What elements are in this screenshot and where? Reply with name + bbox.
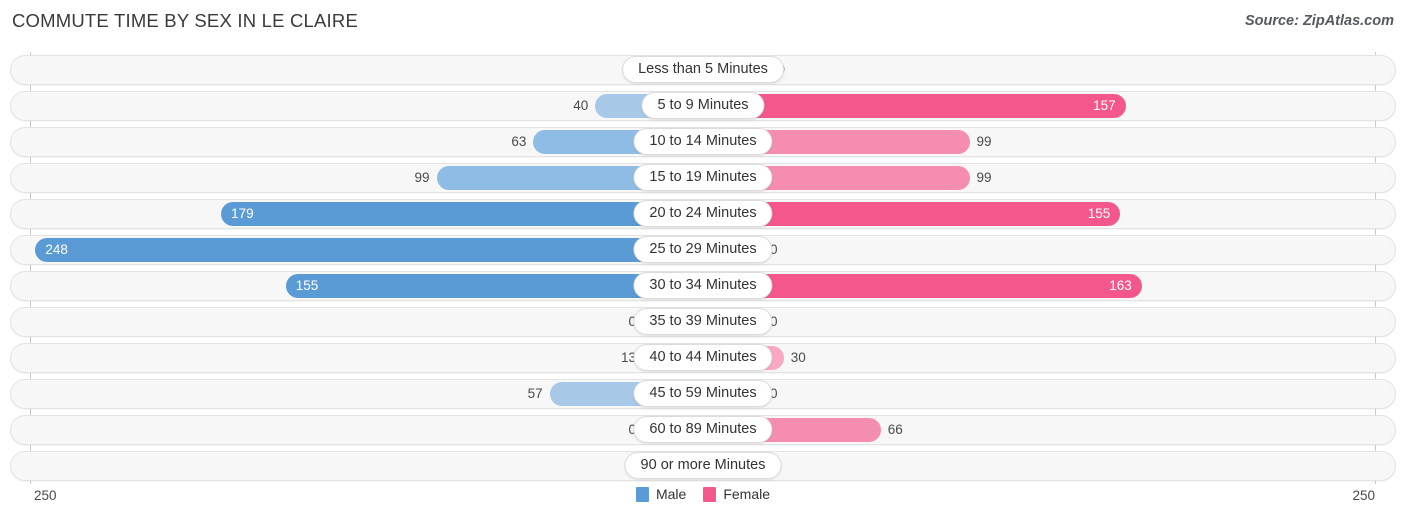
chart-row: 0 66 60 to 89 Minutes <box>0 412 1406 448</box>
legend-item-male[interactable]: Male <box>635 486 687 502</box>
male-color-swatch <box>635 486 649 502</box>
female-half: 163 <box>703 274 1376 298</box>
female-half: 19 <box>703 58 1376 82</box>
category-label: 35 to 39 Minutes <box>633 308 773 335</box>
chart-row: 019Less than 5 Minutes <box>0 52 1406 88</box>
chart-row: 13 30 40 to 44 Minutes <box>0 340 1406 376</box>
category-label: 40 to 44 Minutes <box>633 344 773 371</box>
male-half: 179 <box>30 202 703 226</box>
female-half: 0 <box>703 454 1376 478</box>
male-half: 57 <box>30 382 703 406</box>
female-half: 157 <box>703 94 1376 118</box>
chart-legend: Male Female <box>635 486 770 502</box>
female-half: 99 <box>703 130 1376 154</box>
category-label: 90 or more Minutes <box>624 452 782 479</box>
male-half: 63 <box>30 130 703 154</box>
category-label: 30 to 34 Minutes <box>633 272 773 299</box>
male-half: 0 <box>30 58 703 82</box>
axis-tick-right: 250 <box>1352 488 1375 503</box>
male-value-label: 248 <box>45 242 68 257</box>
male-half: 248 <box>30 238 703 262</box>
chart-footer: 250 250 Male Female <box>0 484 1406 523</box>
chart-row: 179 155 20 to 24 Minutes <box>0 196 1406 232</box>
male-half: 155 <box>30 274 703 298</box>
female-half: 155 <box>703 202 1376 226</box>
category-label: 10 to 14 Minutes <box>633 128 773 155</box>
chart-row: 63 99 10 to 14 Minutes <box>0 124 1406 160</box>
chart-row: 57 0 45 to 59 Minutes <box>0 376 1406 412</box>
chart-row: 155 163 30 to 34 Minutes <box>0 268 1406 304</box>
legend-label-male: Male <box>655 486 687 502</box>
male-half: 0 <box>30 310 703 334</box>
female-value-label: 99 <box>976 134 992 149</box>
female-value-label: 99 <box>976 170 992 185</box>
legend-label-female: Female <box>723 486 771 502</box>
male-value-label: 40 <box>573 98 589 113</box>
category-label: Less than 5 Minutes <box>622 56 784 83</box>
chart-rows: 019Less than 5 Minutes401575 to 9 Minute… <box>0 52 1406 484</box>
chart-row: 40 157 5 to 9 Minutes <box>0 88 1406 124</box>
chart-page: COMMUTE TIME BY SEX IN LE CLAIRE Source:… <box>0 0 1406 523</box>
category-label: 15 to 19 Minutes <box>633 164 773 191</box>
legend-item-female[interactable]: Female <box>703 486 770 502</box>
male-half: 13 <box>30 346 703 370</box>
female-half: 0 <box>703 382 1376 406</box>
chart-row: 0090 or more Minutes <box>0 448 1406 484</box>
female-half: 66 <box>703 418 1376 442</box>
male-value-label: 179 <box>231 206 254 221</box>
female-color-swatch <box>703 486 717 502</box>
female-bar[interactable] <box>703 94 1126 118</box>
male-half: 0 <box>30 454 703 478</box>
female-value-label: 155 <box>1087 206 1111 221</box>
male-half: 0 <box>30 418 703 442</box>
female-value-label: 30 <box>790 350 806 365</box>
female-half: 0 <box>703 310 1376 334</box>
male-half: 40 <box>30 94 703 118</box>
axis-tick-left: 250 <box>34 488 57 503</box>
category-label: 5 to 9 Minutes <box>641 92 765 119</box>
diverging-bar-chart: 019Less than 5 Minutes401575 to 9 Minute… <box>0 52 1406 484</box>
page-title: COMMUTE TIME BY SEX IN LE CLAIRE <box>12 10 358 31</box>
category-label: 45 to 59 Minutes <box>633 380 773 407</box>
male-bar[interactable] <box>35 238 703 262</box>
category-label: 20 to 24 Minutes <box>633 200 773 227</box>
male-value-label: 57 <box>527 386 543 401</box>
female-half: 99 <box>703 166 1376 190</box>
female-value-label: 157 <box>1093 98 1116 113</box>
male-bar[interactable] <box>221 202 703 226</box>
female-half: 0 <box>703 238 1376 262</box>
category-label: 60 to 89 Minutes <box>633 416 773 443</box>
category-label: 25 to 29 Minutes <box>633 236 773 263</box>
chart-row: 99 99 15 to 19 Minutes <box>0 160 1406 196</box>
male-value-label: 63 <box>511 134 527 149</box>
female-value-label: 66 <box>887 422 903 437</box>
chart-row: 0 0 35 to 39 Minutes <box>0 304 1406 340</box>
female-value-label: 163 <box>1109 278 1132 293</box>
chart-row: 248 0 25 to 29 Minutes <box>0 232 1406 268</box>
female-half: 30 <box>703 346 1376 370</box>
male-value-label: 155 <box>295 278 319 293</box>
male-value-label: 99 <box>414 170 430 185</box>
male-half: 99 <box>30 166 703 190</box>
source-attribution: Source: ZipAtlas.com <box>1244 13 1394 29</box>
